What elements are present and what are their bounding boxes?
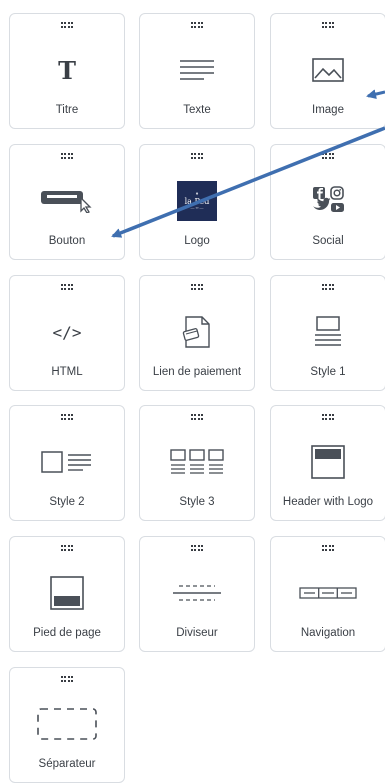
drag-handle-icon[interactable]: [191, 22, 204, 28]
header-logo-layout-icon: [271, 442, 385, 482]
block-label: Style 3: [179, 496, 215, 508]
block-label: Titre: [55, 104, 79, 116]
divider-icon: [140, 573, 254, 613]
image-icon: [271, 50, 385, 90]
block-label: Navigation: [300, 627, 356, 639]
drag-handle-icon[interactable]: [191, 414, 204, 420]
block-card-style-2[interactable]: Style 2: [9, 405, 125, 521]
block-label: HTML: [51, 366, 83, 378]
block-card-lien-de-paiement[interactable]: Lien de paiement: [139, 275, 255, 391]
block-label: Logo: [184, 235, 210, 247]
youtube-icon: [331, 203, 344, 212]
drag-handle-icon[interactable]: [191, 545, 204, 551]
drag-handle-icon[interactable]: [322, 414, 335, 420]
block-card-texte[interactable]: Texte: [139, 13, 255, 129]
button-click-icon: [10, 181, 124, 221]
drag-handle-icon[interactable]: [61, 153, 74, 159]
drag-handle-icon[interactable]: [61, 414, 74, 420]
block-card-bouton[interactable]: Bouton: [9, 144, 125, 260]
payment-link-icon: [140, 312, 254, 352]
navigation-bar-icon: [271, 573, 385, 613]
title-text-icon: T: [58, 55, 76, 85]
footer-layout-icon: [10, 573, 124, 613]
block-label: Séparateur: [38, 758, 96, 770]
drag-handle-icon[interactable]: [322, 153, 335, 159]
block-label: Diviseur: [176, 627, 218, 639]
block-label: Style 2: [49, 496, 85, 508]
block-card-image[interactable]: Image: [270, 13, 385, 129]
twitter-icon: [313, 197, 331, 210]
block-card-style-1[interactable]: Style 1: [270, 275, 385, 391]
block-card-pied-de-page[interactable]: Pied de page: [9, 536, 125, 652]
drag-handle-icon[interactable]: [61, 284, 74, 290]
drag-handle-icon[interactable]: [322, 284, 335, 290]
block-label: Header with Logo: [282, 496, 374, 508]
logo-thumbnail: ♦ la Ped — ∞ —: [140, 181, 254, 221]
drag-handle-icon[interactable]: [61, 545, 74, 551]
instagram-icon: [330, 186, 344, 200]
drag-handle-icon[interactable]: [322, 22, 335, 28]
block-card-navigation[interactable]: Navigation: [270, 536, 385, 652]
block-card-titre[interactable]: T Titre: [9, 13, 125, 129]
drag-handle-icon[interactable]: [61, 22, 74, 28]
style-1-layout-icon: [271, 312, 385, 352]
block-card-header-with-logo[interactable]: Header with Logo: [270, 405, 385, 521]
drag-handle-icon[interactable]: [322, 545, 335, 551]
block-label: Image: [312, 104, 344, 116]
style-3-layout-icon: [140, 442, 254, 482]
block-card-diviseur[interactable]: Diviseur: [139, 536, 255, 652]
drag-handle-icon[interactable]: [191, 153, 204, 159]
text-lines-icon: [140, 50, 254, 90]
style-2-layout-icon: [10, 442, 124, 482]
block-card-style-3[interactable]: Style 3: [139, 405, 255, 521]
block-card-html[interactable]: </> HTML: [9, 275, 125, 391]
block-card-separateur[interactable]: Séparateur: [9, 667, 125, 783]
block-card-logo[interactable]: ♦ la Ped — ∞ — Logo: [139, 144, 255, 260]
content-blocks-grid: T Titre Texte Image Bouton ♦ la Ped — ∞ …: [0, 0, 385, 783]
block-label: Bouton: [48, 235, 86, 247]
spacer-dashed-icon: [10, 704, 124, 744]
block-label: Pied de page: [33, 627, 101, 639]
block-label: Social: [312, 235, 344, 247]
facebook-icon: [313, 187, 325, 199]
block-card-social[interactable]: Social: [270, 144, 385, 260]
drag-handle-icon[interactable]: [61, 676, 74, 682]
code-icon: </>: [52, 322, 82, 342]
block-label: Style 1: [310, 366, 346, 378]
drag-handle-icon[interactable]: [191, 284, 204, 290]
block-label: Texte: [183, 104, 211, 116]
block-label: Lien de paiement: [152, 366, 242, 378]
social-icons: [271, 181, 385, 221]
